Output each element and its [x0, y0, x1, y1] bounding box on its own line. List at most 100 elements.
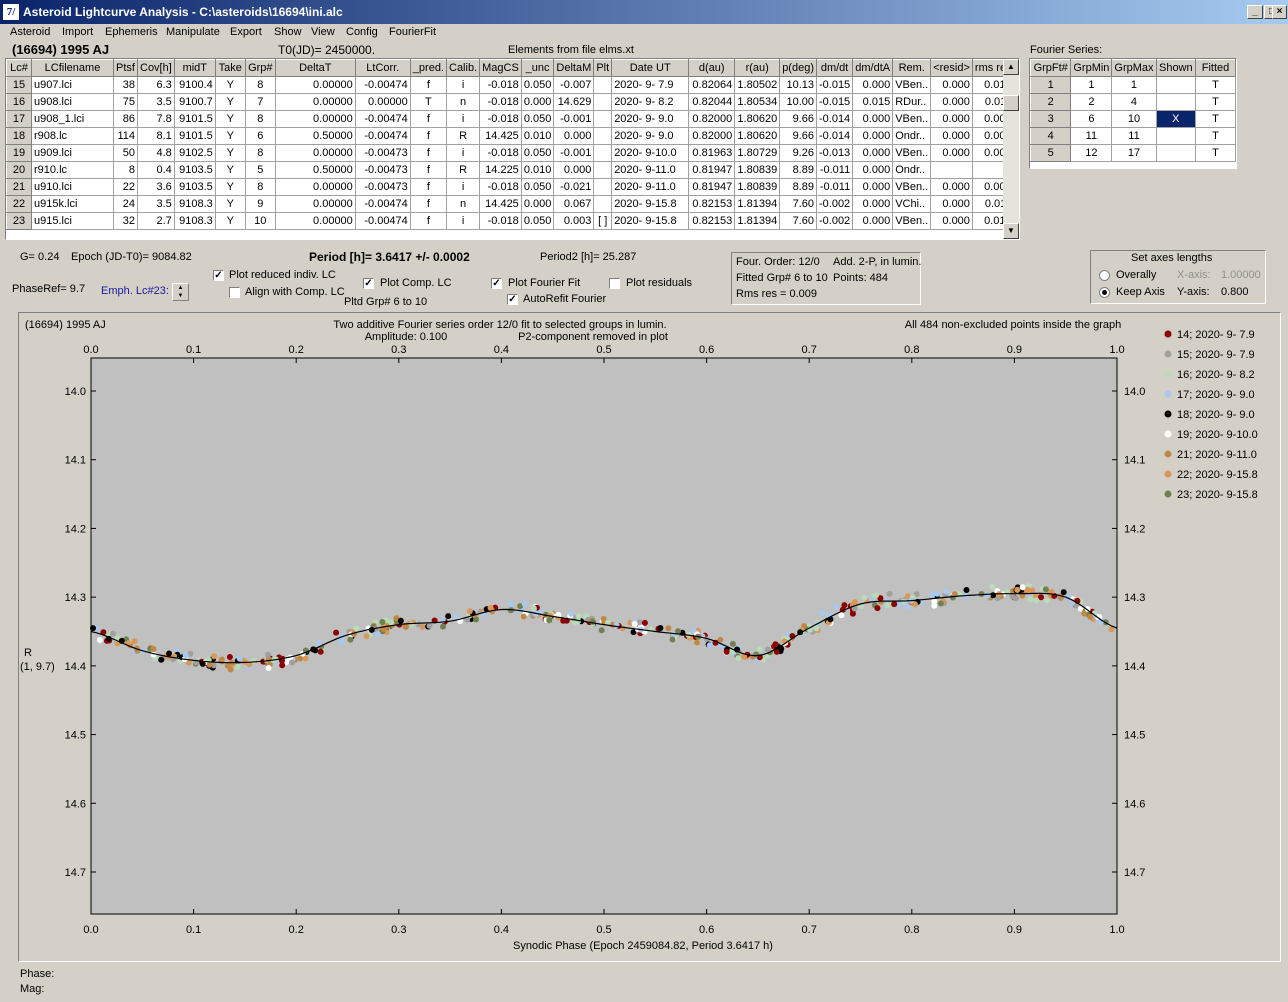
- legend-marker: [1164, 330, 1172, 338]
- data-point: [891, 601, 898, 608]
- legend-entry: 19; 2020- 9-10.0: [1177, 429, 1258, 441]
- data-point: [723, 648, 730, 655]
- data-point: [379, 619, 386, 625]
- x-tick-label-top: 0.4: [494, 344, 509, 356]
- plot-asteroid-name: (16694) 1995 AJ: [25, 319, 106, 331]
- data-point: [520, 613, 527, 620]
- data-point: [813, 625, 820, 632]
- plot-xlabel: Synodic Phase (Epoch 2459084.82, Period …: [513, 940, 773, 952]
- data-point: [833, 603, 839, 610]
- data-point: [934, 590, 941, 597]
- data-point: [96, 637, 103, 643]
- lightcurve-plot[interactable]: 0.0 0.0 0.1 0.1 0.2 0.2 0.3 0.3 0.4 0.4 0.5 0.5 0.6 0…: [0, 0, 1288, 1002]
- data-point: [546, 617, 553, 624]
- data-point: [388, 619, 395, 626]
- data-point: [236, 655, 243, 662]
- data-point: [735, 655, 742, 662]
- data-point: [772, 641, 779, 648]
- x-tick-label-bottom: 0.3: [391, 924, 406, 936]
- x-tick-label-bottom: 0.0: [83, 924, 98, 936]
- x-tick-label-top: 1.0: [1109, 344, 1124, 356]
- y-tick-label-left: 14.2: [65, 523, 86, 535]
- legend-entry: 23; 2020- 9-15.8: [1177, 489, 1258, 501]
- plot-area: [90, 357, 1118, 915]
- legend-entry: 18; 2020- 9- 9.0: [1177, 409, 1255, 421]
- x-tick-label-bottom: 0.4: [494, 924, 509, 936]
- data-point: [110, 630, 116, 637]
- data-point: [452, 613, 459, 620]
- data-point: [182, 652, 189, 659]
- x-tick-label-top: 0.9: [1007, 344, 1022, 356]
- data-point: [226, 654, 233, 660]
- legend-entry: 15; 2020- 9- 7.9: [1177, 349, 1255, 361]
- data-point: [706, 642, 713, 649]
- x-tick-label-bottom: 1.0: [1109, 924, 1124, 936]
- data-point: [150, 646, 157, 652]
- legend-marker: [1164, 470, 1172, 478]
- y-tick-label-right: 14.4: [1124, 661, 1145, 673]
- data-point: [347, 636, 354, 643]
- data-point: [440, 623, 446, 630]
- y-tick-label-left: 14.4: [65, 661, 86, 673]
- data-point: [402, 624, 409, 630]
- x-tick-label-top: 0.2: [289, 344, 304, 356]
- data-point: [861, 594, 868, 601]
- data-point: [1027, 596, 1034, 603]
- data-point: [990, 592, 996, 599]
- data-point: [631, 621, 638, 627]
- y-tick-label-left: 14.6: [65, 798, 86, 810]
- data-point: [426, 622, 433, 629]
- data-point: [1044, 597, 1051, 604]
- legend-marker: [1164, 410, 1172, 418]
- legend-marker: [1164, 490, 1172, 498]
- y-tick-label-right: 14.6: [1124, 798, 1145, 810]
- y-tick-label-left: 14.0: [65, 386, 86, 398]
- data-point: [884, 602, 891, 609]
- data-point: [690, 627, 697, 634]
- plot-title: Two additive Fourier series order 12/0 f…: [333, 319, 666, 331]
- y-tick-label-left: 14.7: [65, 867, 86, 879]
- data-point: [289, 659, 295, 666]
- y-tick-label-right: 14.0: [1124, 386, 1145, 398]
- data-point: [1060, 589, 1067, 596]
- y-tick-label-right: 14.2: [1124, 523, 1145, 535]
- x-tick-label-top: 0.3: [391, 344, 406, 356]
- x-tick-label-bottom: 0.1: [186, 924, 201, 936]
- status-mag: Mag:: [20, 983, 45, 995]
- x-tick-label-top: 0.0: [83, 344, 98, 356]
- data-point: [886, 590, 893, 597]
- data-point: [234, 664, 241, 671]
- data-point: [211, 653, 218, 660]
- y-tick-label-right: 14.1: [1124, 455, 1145, 467]
- x-tick-label-bottom: 0.9: [1007, 924, 1022, 936]
- data-point: [657, 625, 664, 631]
- data-point: [598, 627, 605, 634]
- data-point: [963, 587, 970, 593]
- data-point: [265, 665, 272, 671]
- data-point: [90, 625, 96, 632]
- plot-ylabel: R: [24, 647, 32, 659]
- x-tick-label-top: 0.6: [699, 344, 714, 356]
- x-tick-label-top: 0.8: [904, 344, 919, 356]
- x-tick-label-top: 0.1: [186, 344, 201, 356]
- legend-marker: [1164, 350, 1172, 358]
- data-point: [665, 625, 672, 632]
- plot-ylabel-sub: (1, 9.7): [20, 661, 55, 673]
- data-point: [641, 619, 648, 626]
- plot-points-note: All 484 non-excluded points inside the g…: [905, 319, 1121, 331]
- data-point: [1019, 584, 1026, 591]
- data-point: [507, 601, 514, 608]
- data-point: [729, 640, 736, 647]
- data-point: [937, 600, 944, 607]
- data-point: [530, 605, 537, 612]
- data-point: [989, 583, 996, 590]
- data-point: [1042, 586, 1049, 593]
- x-tick-label-bottom: 0.2: [289, 924, 304, 936]
- plot-amplitude: Amplitude: 0.100: [365, 331, 448, 343]
- legend-marker: [1164, 430, 1172, 438]
- data-point: [874, 605, 881, 612]
- data-point: [338, 639, 345, 646]
- data-point: [841, 602, 848, 609]
- legend-entry: 16; 2020- 9- 8.2: [1177, 369, 1255, 381]
- data-point: [1013, 595, 1019, 602]
